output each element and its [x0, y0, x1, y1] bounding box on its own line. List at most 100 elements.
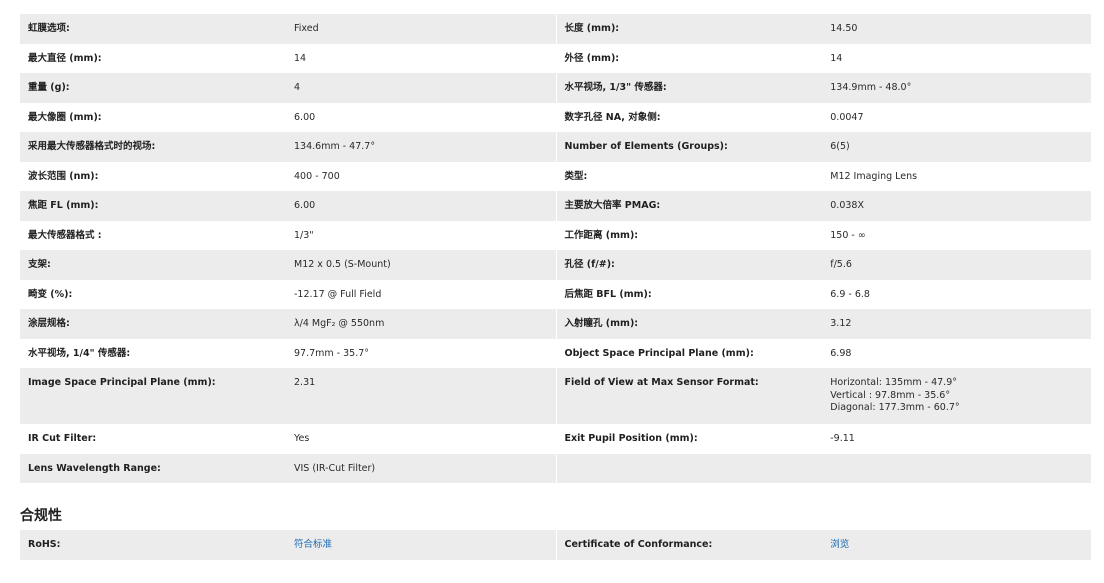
spec-label: 后焦距 BFL (mm): — [564, 288, 652, 300]
spec-row-right: 孔径 (f/#): f/5.6 — [555, 250, 1092, 280]
compliance-table: RoHS: 符合标准 Certificate of Conformance: 浏… — [20, 530, 1091, 560]
spec-value: 14 — [294, 52, 307, 64]
spec-row-left: 最大像圈 (mm): 6.00 — [20, 103, 556, 133]
spec-value: 6.9 - 6.8 — [830, 288, 870, 300]
spec-row-right: 长度 (mm): 14.50 — [555, 14, 1092, 44]
spec-value: 400 - 700 — [294, 170, 340, 182]
rohs-label: RoHS: — [28, 539, 61, 550]
spec-label: Object Space Principal Plane (mm): — [564, 347, 754, 359]
spec-row: Lens Wavelength Range: VIS (IR-Cut Filte… — [20, 453, 1092, 484]
spec-label: 外径 (mm): — [564, 52, 620, 64]
spec-row-right: 主要放大倍率 PMAG: 0.038X — [555, 191, 1092, 221]
spec-row: 水平视场, 1/4" 传感器: 97.7mm - 35.7° Object Sp… — [20, 338, 1092, 369]
spec-row-left: 最大传感器格式 : 1/3" — [20, 221, 556, 251]
spec-row-tall: Image Space Principal Plane (mm): 2.31 F… — [20, 368, 1091, 424]
certificate-label: Certificate of Conformance: — [564, 539, 713, 550]
spec-row-right: Number of Elements (Groups): 6(5) — [555, 132, 1092, 162]
spec-row-right: Exit Pupil Position (mm): -9.11 — [555, 424, 1092, 454]
spec-value: Fixed — [294, 23, 319, 34]
rohs-compliant-link[interactable]: 符合标准 — [294, 539, 332, 550]
spec-row-left: 水平视场, 1/4" 传感器: 97.7mm - 35.7° — [20, 339, 556, 369]
spec-row: 采用最大传感器格式时的视场: 134.6mm - 47.7° Number of… — [20, 132, 1091, 162]
spec-row: 涂层规格: λ/4 MgF₂ @ 550nm 入射瞳孔 (mm): 3.12 — [20, 309, 1091, 339]
spec-row: 最大传感器格式 : 1/3" 工作距离 (mm): 150 - ∞ — [20, 220, 1092, 251]
spec-label: 涂层规格: — [28, 318, 70, 329]
spec-value: 6.00 — [294, 111, 316, 123]
spec-label: 虹膜选项: — [28, 23, 70, 34]
spec-row-left: 虹膜选项: Fixed — [20, 14, 556, 44]
spec-row-left: 采用最大传感器格式时的视场: 134.6mm - 47.7° — [20, 132, 556, 162]
spec-value: f/5.6 — [830, 259, 852, 270]
compliance-row-right: Certificate of Conformance: 浏览 — [555, 530, 1092, 560]
spec-value: 0.038X — [830, 200, 864, 211]
spec-label: 最大直径 (mm): — [28, 52, 102, 64]
spec-row-right: 类型: M12 Imaging Lens — [555, 161, 1092, 191]
spec-value: 2.31 — [294, 377, 316, 388]
spec-label: 工作距离 (mm): — [564, 229, 639, 241]
compliance-section-title: 合规性 — [20, 508, 62, 524]
specifications-table: 虹膜选项: Fixed 长度 (mm): 14.50 最大直径 (mm): 14… — [20, 14, 1091, 483]
spec-label: Lens Wavelength Range: — [28, 462, 161, 474]
spec-label: 入射瞳孔 (mm): — [564, 318, 639, 329]
spec-label: 主要放大倍率 PMAG: — [564, 200, 661, 211]
spec-value: 1/3" — [294, 229, 314, 241]
spec-value: 0.0047 — [830, 111, 864, 123]
spec-row-right: 数字孔径 NA, 对象侧: 0.0047 — [555, 102, 1092, 132]
spec-row-right: 工作距离 (mm): 150 - ∞ — [555, 220, 1092, 250]
spec-row-left: 重量 (g): 4 — [20, 73, 556, 103]
rohs-value: 符合标准 — [286, 530, 555, 560]
spec-row: 支架: M12 x 0.5 (S-Mount) 孔径 (f/#): f/5.6 — [20, 250, 1091, 280]
spec-label: 采用最大传感器格式时的视场: — [28, 141, 156, 152]
spec-value: 6.00 — [294, 200, 316, 211]
spec-label: 波长范围 (nm): — [28, 170, 99, 182]
spec-value: 97.7mm - 35.7° — [294, 347, 370, 359]
spec-row-left: 涂层规格: λ/4 MgF₂ @ 550nm — [20, 309, 556, 339]
spec-row: 焦距 FL (mm): 6.00 主要放大倍率 PMAG: 0.038X — [20, 191, 1091, 221]
spec-row: IR Cut Filter: Yes Exit Pupil Position (… — [20, 424, 1091, 454]
spec-value: M12 Imaging Lens — [830, 170, 918, 182]
spec-row-right: 后焦距 BFL (mm): 6.9 - 6.8 — [555, 279, 1092, 309]
spec-value-multiline: Horizontal: 135mm - 47.9° Vertical : 97.… — [822, 368, 1091, 424]
spec-value: 14.50 — [830, 23, 858, 34]
spec-value: 134.9mm - 48.0° — [830, 82, 912, 93]
spec-value: 134.6mm - 47.7° — [294, 141, 376, 152]
spec-label: IR Cut Filter: — [28, 433, 97, 444]
spec-row-right: 入射瞳孔 (mm): 3.12 — [555, 309, 1092, 339]
spec-value: 6.98 — [830, 347, 852, 359]
spec-row: 畸变 (%): -12.17 @ Full Field 后焦距 BFL (mm)… — [20, 279, 1092, 310]
spec-row-right: Object Space Principal Plane (mm): 6.98 — [555, 338, 1092, 368]
spec-row: 重量 (g): 4 水平视场, 1/3" 传感器: 134.9mm - 48.0… — [20, 73, 1091, 103]
product-spec-page: 虹膜选项: Fixed 长度 (mm): 14.50 最大直径 (mm): 14… — [0, 0, 1104, 583]
spec-label: 焦距 FL (mm): — [28, 200, 99, 211]
spec-row-right: 外径 (mm): 14 — [555, 43, 1092, 73]
fov-diagonal: Diagonal: 177.3mm - 60.7° — [830, 402, 960, 413]
spec-row: 最大像圈 (mm): 6.00 数字孔径 NA, 对象侧: 0.0047 — [20, 102, 1092, 133]
spec-value: 3.12 — [830, 318, 852, 329]
spec-row-left: 支架: M12 x 0.5 (S-Mount) — [20, 250, 556, 280]
spec-label: 孔径 (f/#): — [564, 259, 615, 270]
spec-row-left: 焦距 FL (mm): 6.00 — [20, 191, 556, 221]
spec-value: 14 — [830, 52, 843, 64]
spec-label: 支架: — [28, 259, 51, 270]
spec-label: Field of View at Max Sensor Format: — [564, 377, 759, 388]
spec-row-left: 畸变 (%): -12.17 @ Full Field — [20, 280, 556, 310]
fov-vertical: Vertical : 97.8mm - 35.6° — [830, 389, 951, 401]
spec-value: Yes — [294, 433, 310, 444]
spec-row-left: Image Space Principal Plane (mm): 2.31 — [20, 368, 556, 424]
spec-label: 类型: — [564, 170, 588, 182]
spec-row-left: 最大直径 (mm): 14 — [20, 44, 556, 74]
spec-value: -12.17 @ Full Field — [294, 288, 382, 300]
spec-label: 水平视场, 1/4" 传感器: — [28, 347, 131, 359]
compliance-row-left: RoHS: 符合标准 — [20, 530, 556, 560]
spec-label — [557, 454, 823, 484]
view-certificate-link[interactable]: 浏览 — [830, 539, 849, 550]
spec-row-right — [555, 453, 1092, 484]
spec-label: 重量 (g): — [28, 82, 70, 93]
spec-value: λ/4 MgF₂ @ 550nm — [294, 318, 385, 329]
spec-row-left: Lens Wavelength Range: VIS (IR-Cut Filte… — [20, 454, 556, 484]
spec-label: Exit Pupil Position (mm): — [564, 433, 698, 444]
spec-row-left: 波长范围 (nm): 400 - 700 — [20, 162, 556, 192]
spec-value — [822, 454, 1091, 484]
spec-label: 数字孔径 NA, 对象侧: — [564, 111, 661, 123]
spec-label: 最大传感器格式 : — [28, 229, 102, 241]
